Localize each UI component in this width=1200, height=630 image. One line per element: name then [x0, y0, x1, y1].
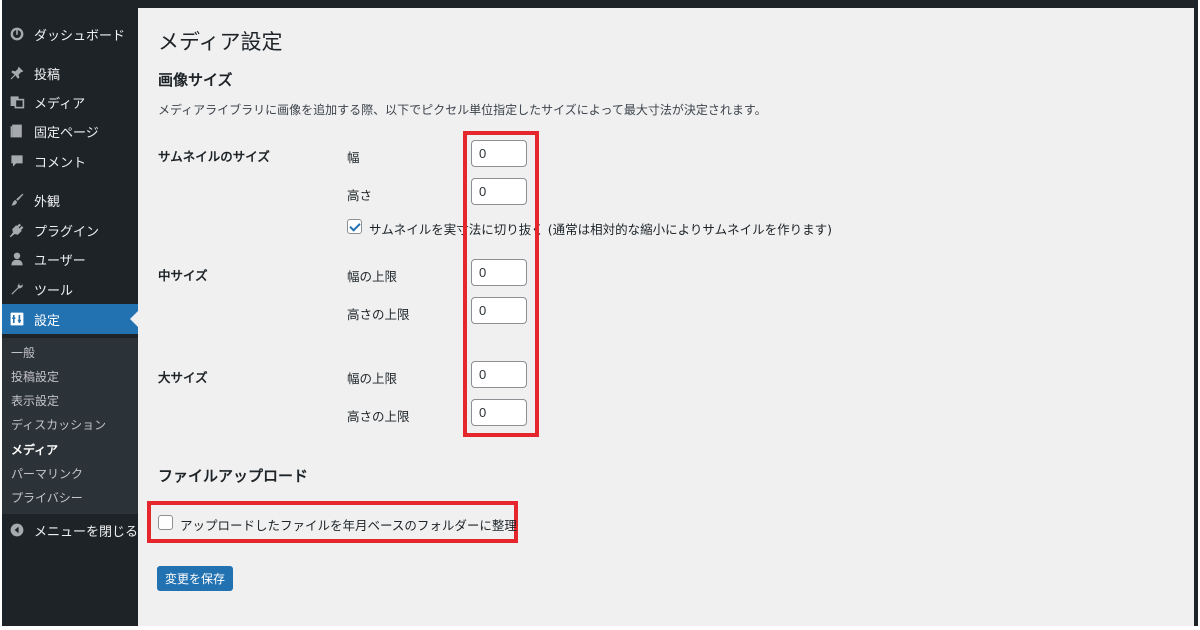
- submenu-item-reading[interactable]: 表示設定: [11, 392, 59, 409]
- dashboard-icon: [8, 25, 26, 43]
- sidebar-item-label: ツール: [34, 283, 74, 299]
- organize-uploads-checkbox[interactable]: [158, 515, 173, 530]
- sidebar-item-label: 固定ページ: [34, 125, 99, 141]
- brush-icon: [8, 191, 26, 209]
- sidebar-item-label: 外観: [34, 194, 61, 210]
- sidebar-item-label: メディア: [34, 96, 86, 112]
- settings-submenu: 一般 投稿設定 表示設定 ディスカッション メディア パーマリンク プライバシー: [2, 338, 138, 514]
- comment-icon: [8, 152, 26, 170]
- sidebar-item-settings[interactable]: 設定: [2, 304, 138, 334]
- pin-icon: [8, 64, 26, 82]
- plugin-icon: [8, 221, 26, 239]
- image-sizes-heading: 画像サイズ: [158, 71, 233, 89]
- user-icon: [8, 250, 26, 268]
- sidebar-item-users[interactable]: ユーザー: [2, 244, 138, 274]
- organize-uploads-label: アップロードしたファイルを年月ベースのフォルダーに整理: [180, 518, 517, 533]
- crop-thumbnail-label: サムネイルを実寸法に切り抜く (通常は相対的な縮小によりサムネイルを作ります): [369, 222, 832, 237]
- sidebar-item-dashboard[interactable]: ダッシュボード: [2, 19, 138, 49]
- media-icon: [8, 93, 26, 111]
- submenu-item-writing[interactable]: 投稿設定: [11, 368, 59, 385]
- medium-height-label: 高さの上限: [347, 307, 410, 322]
- sidebar-item-plugins[interactable]: プラグイン: [2, 215, 138, 245]
- crop-thumbnail-checkbox[interactable]: [347, 219, 362, 234]
- sidebar-item-comments[interactable]: コメント: [2, 146, 138, 176]
- admin-bar: [2, 0, 1198, 8]
- save-changes-button[interactable]: 変更を保存: [157, 566, 233, 591]
- inputs-highlight-box: [463, 131, 539, 437]
- sidebar-item-label: ダッシュボード: [34, 28, 126, 44]
- submenu-item-discussion[interactable]: ディスカッション: [11, 416, 106, 433]
- sidebar-item-media[interactable]: メディア: [2, 87, 138, 117]
- main-content: メディア設定 画像サイズ メディアライブラリに画像を追加する際、以下でピクセル単…: [138, 8, 1194, 626]
- active-indicator: [130, 311, 138, 327]
- thumbnail-size-label: サムネイルのサイズ: [158, 149, 270, 164]
- sidebar-item-appearance[interactable]: 外観: [2, 185, 138, 215]
- sidebar-item-label: コメント: [34, 155, 87, 171]
- sidebar-item-label: プラグイン: [34, 224, 100, 240]
- sidebar-item-label: ユーザー: [34, 253, 86, 269]
- large-size-label: 大サイズ: [158, 370, 208, 385]
- sidebar-item-label: 投稿: [34, 67, 61, 83]
- medium-width-label: 幅の上限: [347, 269, 398, 284]
- large-width-label: 幅の上限: [347, 371, 398, 386]
- collapse-icon: [8, 521, 26, 539]
- wrench-icon: [8, 280, 26, 298]
- image-sizes-description: メディアライブラリに画像を追加する際、以下でピクセル単位指定したサイズによって最…: [158, 103, 767, 117]
- large-height-label: 高さの上限: [347, 409, 410, 424]
- page-title: メディア設定: [158, 30, 283, 54]
- sidebar-item-tools[interactable]: ツール: [2, 274, 138, 304]
- sidebar-item-posts[interactable]: 投稿: [2, 58, 138, 88]
- page-icon: [8, 122, 26, 140]
- collapse-menu-button[interactable]: メニューを閉じる: [2, 515, 138, 545]
- collapse-label: メニューを閉じる: [34, 524, 139, 540]
- medium-size-label: 中サイズ: [158, 268, 208, 283]
- settings-icon: [8, 310, 26, 328]
- submenu-item-general[interactable]: 一般: [11, 344, 35, 361]
- thumbnail-height-label: 高さ: [347, 188, 373, 203]
- sidebar-item-label: 設定: [34, 313, 61, 329]
- thumbnail-width-label: 幅: [347, 150, 360, 165]
- submenu-item-permalinks[interactable]: パーマリンク: [11, 465, 83, 482]
- submenu-item-privacy[interactable]: プライバシー: [11, 489, 83, 506]
- screenshot-frame: ダッシュボード 投稿 メディア 固定ページ コメント 外観 プラグイン ユーザー…: [0, 0, 1200, 630]
- frame-border-right: [1194, 8, 1198, 626]
- uploads-heading: ファイルアップロード: [158, 467, 309, 485]
- sidebar-item-pages[interactable]: 固定ページ: [2, 116, 138, 146]
- admin-sidebar: ダッシュボード 投稿 メディア 固定ページ コメント 外観 プラグイン ユーザー…: [2, 8, 138, 626]
- submenu-item-media[interactable]: メディア: [11, 441, 58, 458]
